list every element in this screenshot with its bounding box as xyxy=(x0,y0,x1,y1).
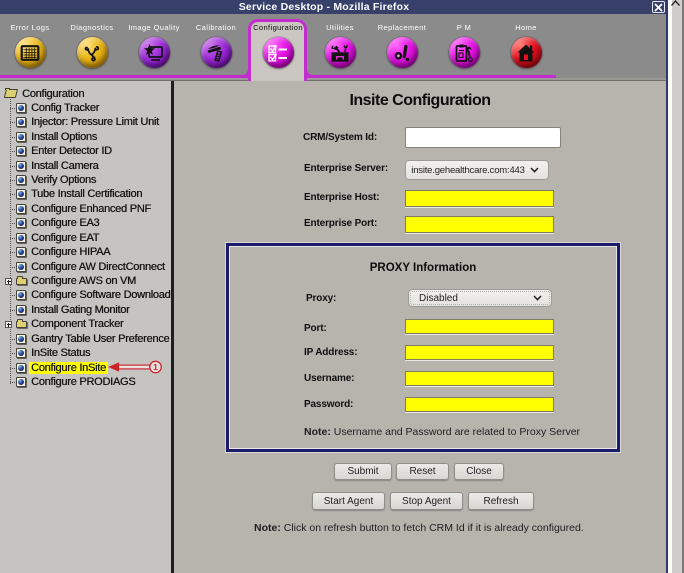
svg-text:1: 1 xyxy=(153,362,158,372)
